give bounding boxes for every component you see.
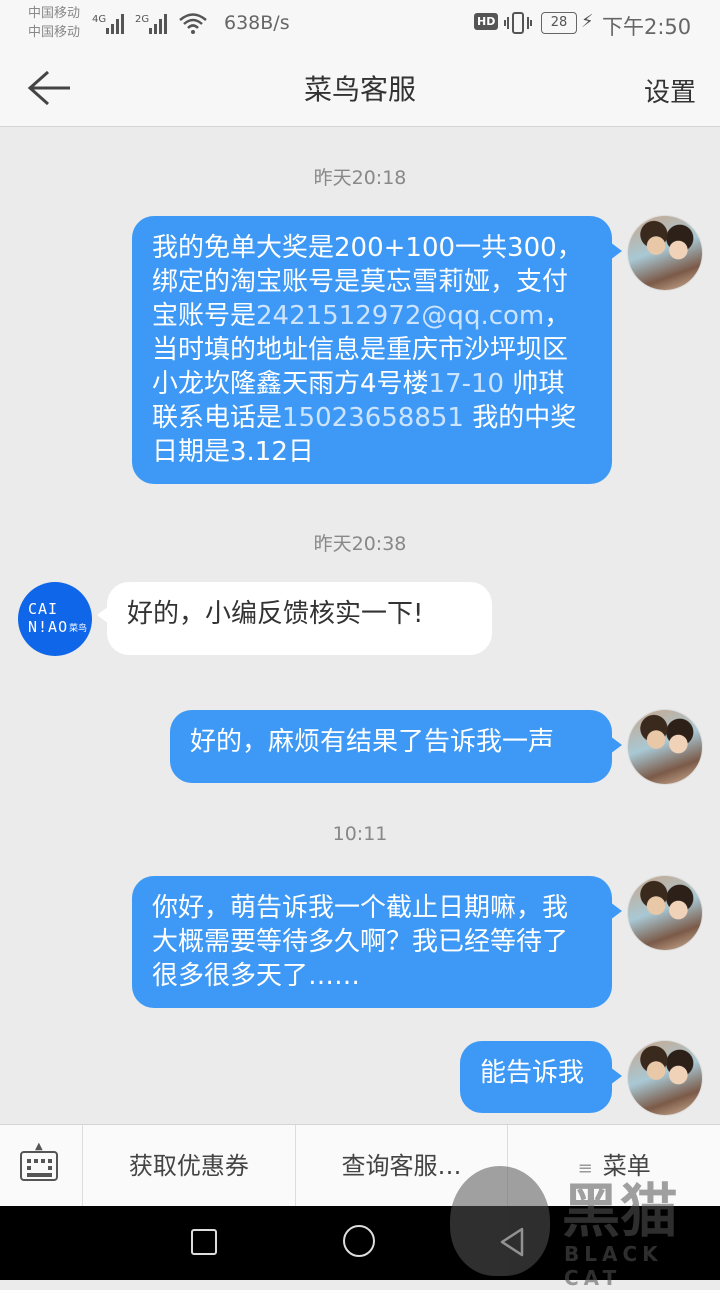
- signal-icon-2: [149, 12, 167, 34]
- user-avatar[interactable]: [628, 876, 702, 950]
- message-text: 你好，萌告诉我一个截止日期嘛，我大概需要等待多久啊？我已经等待了很多很多天了……: [152, 893, 569, 991]
- avatar-logo-line2: N!AO: [28, 618, 69, 636]
- home-icon[interactable]: [343, 1225, 375, 1257]
- message-bubble-sent[interactable]: 好的，麻烦有结果了告诉我一声: [170, 710, 622, 783]
- menu-item-label: 菜单: [602, 1152, 651, 1180]
- menu-lines-icon: ≡: [577, 1158, 593, 1179]
- timestamp: 10:11: [332, 823, 388, 845]
- message-text: 能告诉我: [480, 1058, 585, 1088]
- user-avatar[interactable]: [628, 216, 702, 290]
- message-bubble-received[interactable]: 好的，小编反馈核实一下!: [97, 582, 492, 655]
- keyboard-toggle-button[interactable]: ▲: [0, 1125, 83, 1207]
- menu-item-coupon[interactable]: 获取优惠券: [83, 1125, 296, 1207]
- avatar-logo-line1: CAI: [28, 600, 59, 618]
- phone-link[interactable]: 15023658851: [282, 403, 464, 433]
- user-avatar[interactable]: [628, 1041, 702, 1115]
- hd-icon: HD: [474, 13, 499, 30]
- message-number: 17-10: [428, 369, 505, 399]
- battery-icon: 28: [541, 12, 577, 34]
- status-time: 下午2:50: [602, 15, 692, 39]
- status-bar: 中国移动 中国移动 4G 2G 638B/s HD 28 ⚡ 下午2:50: [0, 0, 720, 50]
- system-nav-bar: [0, 1206, 720, 1280]
- avatar-logo-cn: 菜鸟: [69, 624, 88, 634]
- signal-icon-1: [106, 12, 124, 34]
- email-link[interactable]: 2421512972@qq.com: [256, 301, 544, 331]
- message-text: 好的，小编反馈核实一下!: [127, 599, 424, 629]
- charging-icon: ⚡: [581, 11, 594, 32]
- keyboard-icon: [20, 1151, 58, 1181]
- carrier-1: 中国移动: [28, 6, 81, 21]
- user-avatar[interactable]: [628, 710, 702, 784]
- network-type-1: 4G: [92, 14, 107, 25]
- chat-area[interactable]: 昨天20:18 我的免单大奖是200+100一共300，绑定的淘宝账号是莫忘雪莉…: [0, 127, 720, 1123]
- chat-header: 菜鸟客服 设置: [0, 50, 720, 127]
- bottom-menu-bar: ▲ 获取优惠券 查询客服… ≡ 菜单: [0, 1124, 720, 1207]
- message-bubble-sent[interactable]: 我的免单大奖是200+100一共300，绑定的淘宝账号是莫忘雪莉娅，支付宝账号是…: [132, 216, 622, 484]
- network-speed: 638B/s: [224, 12, 290, 34]
- menu-item-menu[interactable]: ≡ 菜单: [508, 1125, 720, 1207]
- network-type-2: 2G: [135, 14, 150, 25]
- settings-button[interactable]: 设置: [644, 72, 696, 109]
- page-title: 菜鸟客服: [303, 73, 416, 106]
- vibrate-icon: [504, 12, 532, 34]
- timestamp: 昨天20:38: [313, 533, 407, 555]
- message-bubble-sent[interactable]: 你好，萌告诉我一个截止日期嘛，我大概需要等待多久啊？我已经等待了很多很多天了……: [132, 876, 622, 1008]
- wifi-icon: [179, 13, 207, 34]
- timestamp: 昨天20:18: [313, 167, 407, 189]
- carrier-info: 中国移动 中国移动: [28, 4, 80, 42]
- message-bubble-sent[interactable]: 能告诉我: [460, 1041, 622, 1113]
- nav-back-icon[interactable]: [498, 1226, 526, 1258]
- carrier-2: 中国移动: [28, 25, 81, 40]
- message-text: 好的，麻烦有结果了告诉我一声: [190, 727, 555, 757]
- menu-item-query-service[interactable]: 查询客服…: [296, 1125, 509, 1207]
- recent-apps-icon[interactable]: [191, 1229, 217, 1255]
- service-avatar[interactable]: CAI N!AO 菜鸟: [18, 582, 92, 656]
